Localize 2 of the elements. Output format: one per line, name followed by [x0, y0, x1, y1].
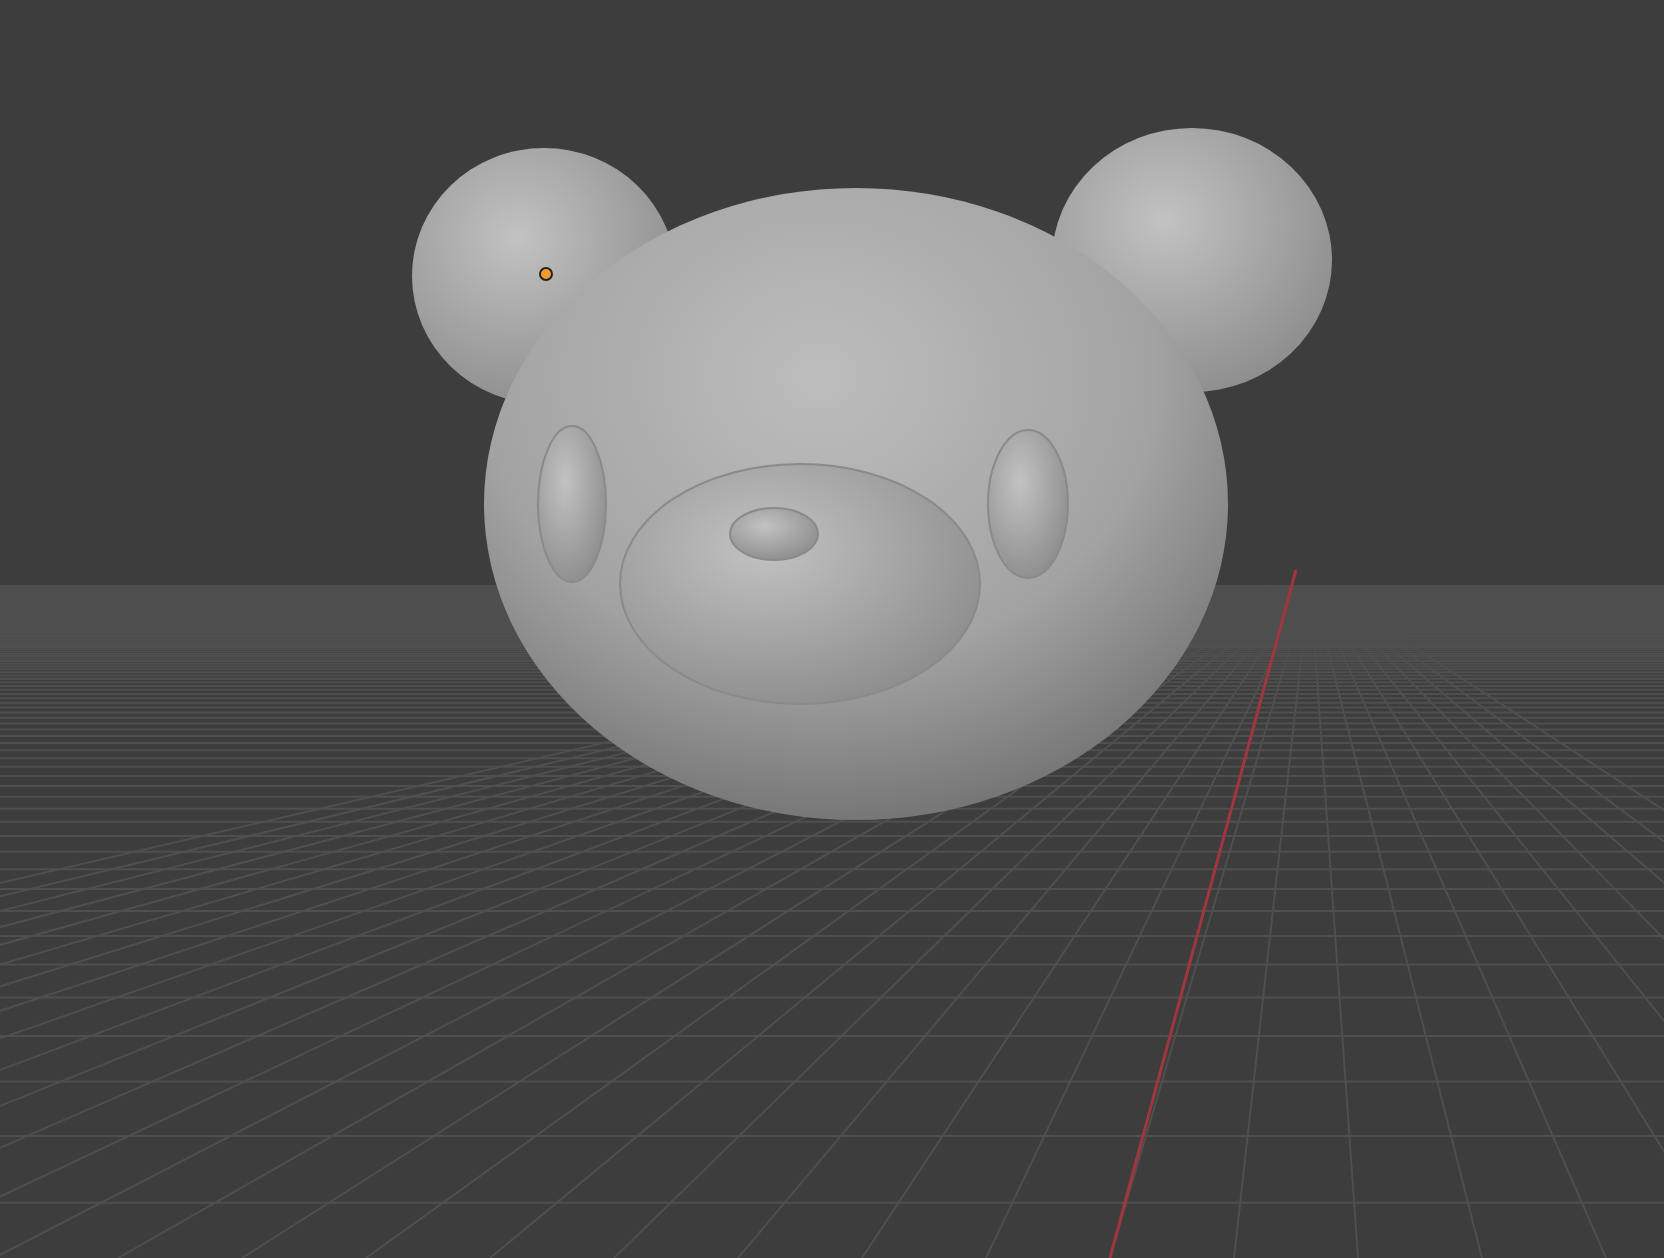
viewport-background[interactable]: [0, 0, 1664, 1258]
bear-head-drawing[interactable]: [412, 128, 1332, 820]
